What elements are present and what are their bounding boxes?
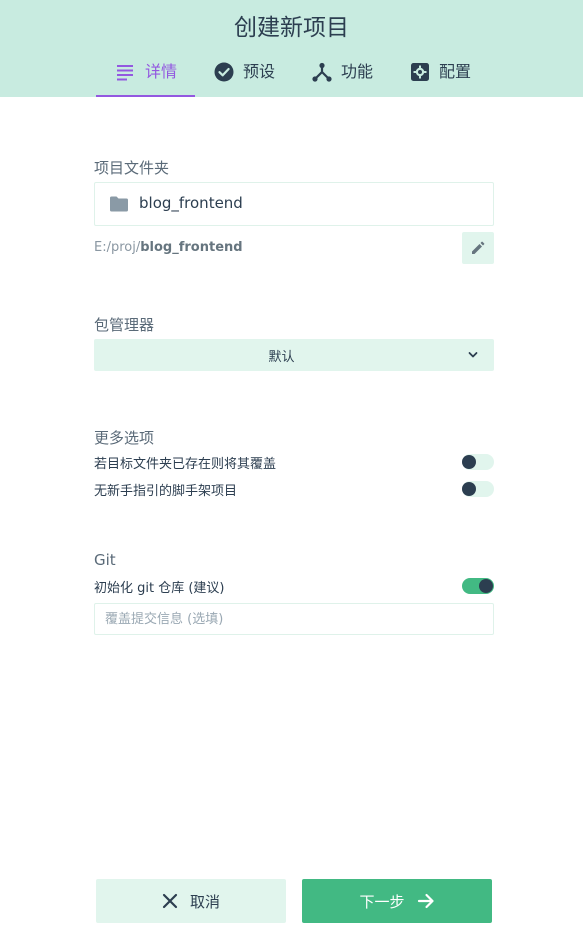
cancel-label: 取消	[189, 892, 220, 911]
chevron-down-icon	[468, 352, 478, 358]
package-manager-label: 包管理器	[94, 316, 155, 334]
toggle-knob	[479, 579, 493, 593]
cancel-button[interactable]: 取消	[96, 879, 286, 923]
check-circle-icon	[214, 62, 234, 82]
tab-features[interactable]: 功能	[312, 60, 373, 97]
tab-details[interactable]: 详情	[95, 60, 196, 97]
tab-label-config: 配置	[439, 62, 472, 81]
project-folder-value: blog_frontend	[139, 194, 243, 212]
git-init-label: 初始化 git 仓库 (建议)	[94, 581, 225, 596]
pencil-icon	[472, 241, 485, 254]
header-bar: 创建新项目 详情 预设 功能 配置	[0, 0, 583, 97]
more-options-label: 更多选项	[94, 429, 155, 447]
tab-label-features: 功能	[341, 62, 374, 81]
git-init-toggle[interactable]	[462, 578, 494, 594]
project-folder-label: 项目文件夹	[94, 159, 170, 177]
toggle-knob	[462, 455, 476, 469]
tab-presets[interactable]: 预设	[214, 60, 275, 97]
list-icon	[117, 65, 133, 81]
package-manager-value: 默认	[268, 350, 295, 365]
edit-path-button[interactable]	[462, 232, 494, 264]
overwrite-option-label: 若目标文件夹已存在则将其覆盖	[94, 457, 277, 472]
path-name: blog_frontend	[140, 240, 243, 255]
package-manager-select[interactable]: 默认	[94, 339, 494, 371]
commit-message-input[interactable]	[94, 603, 494, 635]
no-guide-toggle[interactable]	[462, 481, 494, 497]
features-icon	[312, 62, 332, 82]
folder-icon	[110, 196, 128, 212]
page-title: 创建新项目	[234, 15, 349, 41]
next-button[interactable]: 下一步	[302, 879, 492, 923]
overwrite-toggle[interactable]	[462, 454, 494, 470]
project-folder-field[interactable]: blog_frontend	[94, 182, 494, 226]
git-label: Git	[94, 551, 116, 569]
close-icon	[162, 893, 178, 909]
path-prefix: E:/proj/	[94, 240, 141, 255]
next-label: 下一步	[359, 892, 405, 911]
tab-config[interactable]: 配置	[410, 60, 471, 97]
arrow-right-icon	[417, 893, 434, 909]
project-path: E:/proj/blog_frontend	[94, 240, 243, 255]
no-guide-option-label: 无新手指引的脚手架项目	[94, 484, 238, 499]
toggle-knob	[462, 482, 476, 496]
tab-label-details: 详情	[145, 62, 178, 81]
tab-label-presets: 预设	[243, 62, 276, 81]
gear-icon	[411, 63, 429, 81]
